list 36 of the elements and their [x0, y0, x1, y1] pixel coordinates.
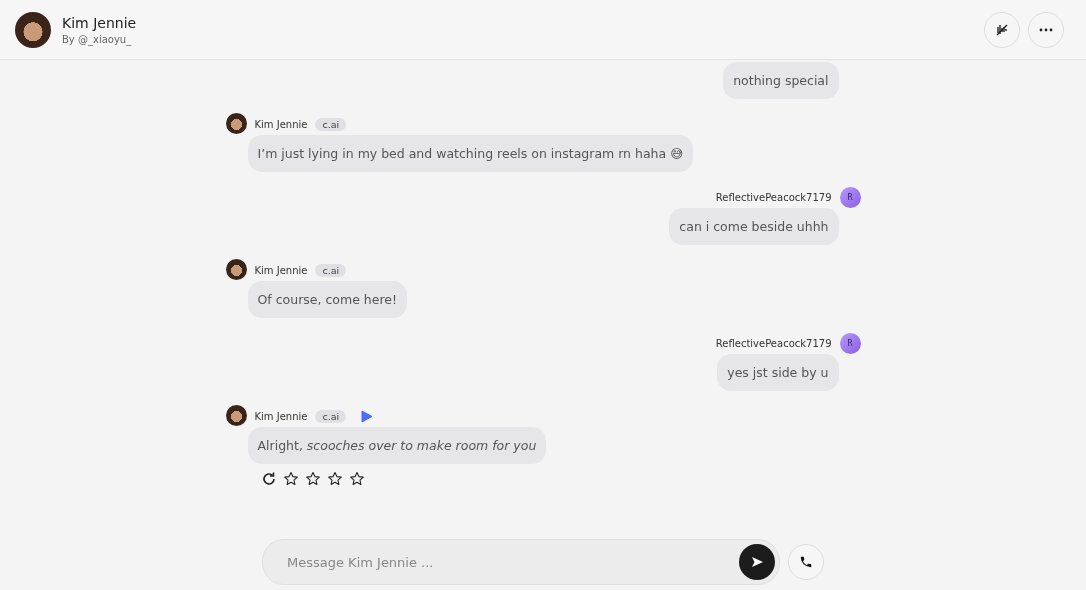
message-bubble: Alright, scooches over to make room for you: [247, 427, 547, 464]
message-bubble: can i come beside uhhh: [669, 208, 839, 245]
message-input[interactable]: Message Kim Jennie ...: [285, 553, 739, 571]
regenerate-icon[interactable]: [260, 471, 277, 487]
user-avatar: R: [839, 332, 861, 354]
user-avatar: R: [839, 186, 861, 208]
ai-tag: c.ai: [315, 263, 347, 277]
voice-off-button[interactable]: [984, 11, 1020, 48]
phone-icon: [799, 555, 813, 569]
message-bubble: yes jst side by u: [717, 354, 839, 391]
message-bubble: I’m just lying in my bed and watching reels on instagram rn haha 😅: [247, 135, 694, 172]
star-icon[interactable]: [326, 471, 343, 487]
star-icon[interactable]: [304, 471, 321, 487]
ai-tag: c.ai: [315, 409, 347, 423]
user-name: ReflectivePeacock7179: [715, 191, 832, 203]
star-icon[interactable]: [282, 471, 299, 487]
send-button[interactable]: [739, 544, 775, 580]
character-name: Kim Jennie: [254, 118, 308, 130]
more-icon: [1038, 27, 1054, 32]
call-button[interactable]: [788, 544, 824, 580]
message-bubble: Of course, come here!: [247, 281, 407, 318]
user-name: ReflectivePeacock7179: [715, 337, 832, 349]
message-bubble: nothing special: [723, 62, 839, 99]
character-name: Kim Jennie: [254, 410, 308, 422]
avatar: [225, 113, 247, 134]
play-icon[interactable]: [361, 409, 374, 423]
ai-tag: c.ai: [315, 117, 347, 131]
avatar: [225, 259, 247, 280]
avatar: [15, 11, 51, 48]
star-icon[interactable]: [348, 471, 365, 487]
avatar: [225, 405, 247, 426]
creator-handle[interactable]: By @_xiaoyu_: [62, 33, 137, 45]
send-icon: [750, 555, 764, 569]
character-name: Kim Jennie: [62, 14, 137, 31]
message-field[interactable]: Message Kim Jennie ...: [262, 539, 780, 585]
character-name: Kim Jennie: [254, 264, 308, 276]
